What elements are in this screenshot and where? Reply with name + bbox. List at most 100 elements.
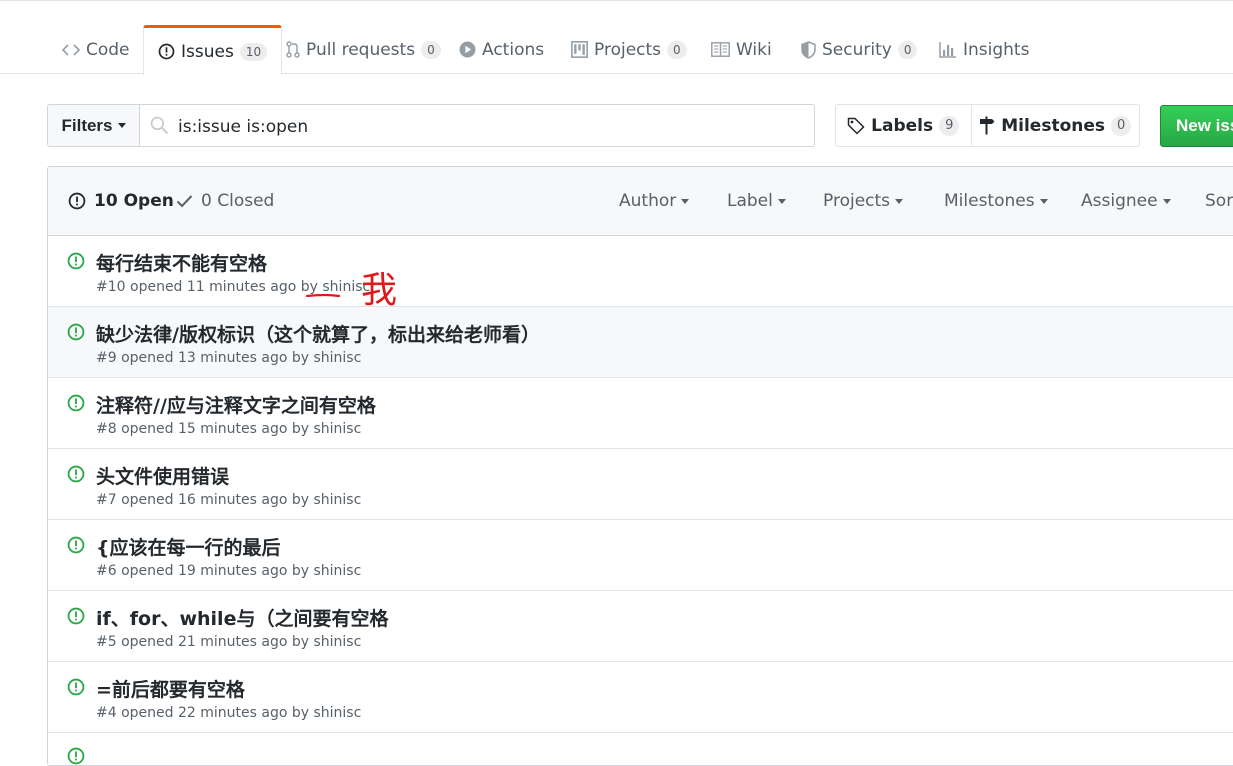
issue-opened-icon <box>67 747 85 765</box>
menu-label: Assignee <box>1081 191 1158 211</box>
issue-meta: #6 opened 19 minutes ago by shinisc <box>96 563 361 579</box>
code-icon <box>62 43 80 57</box>
issue-search-input[interactable] <box>176 105 800 148</box>
issue-opened-text: opened 21 minutes ago by <box>121 634 310 650</box>
issue-author-link[interactable]: shinisc <box>313 705 361 721</box>
issue-number: #7 <box>96 492 117 508</box>
open-count-label: 10 Open <box>94 191 174 211</box>
handwritten-annotation: 我 <box>305 270 397 311</box>
issue-row[interactable]: 注释符//应与注释文字之间有空格 #8 opened 15 minutes ag… <box>48 378 1233 449</box>
issue-row[interactable]: {应该在每一行的最后 #6 opened 19 minutes ago by s… <box>48 520 1233 591</box>
issue-meta: #4 opened 22 minutes ago by shinisc <box>96 705 361 721</box>
new-issue-button[interactable]: New issue <box>1160 105 1233 147</box>
issue-number: #6 <box>96 563 117 579</box>
tab-pull-requests[interactable]: Pull requests 0 <box>286 25 441 74</box>
tab-label: Actions <box>482 39 545 60</box>
issue-opened-icon <box>67 465 85 487</box>
filters-dropdown[interactable]: Filters <box>47 104 140 147</box>
label-filter-dropdown[interactable]: Label <box>727 191 786 211</box>
tab-wiki[interactable]: Wiki <box>711 25 772 74</box>
issue-title-link[interactable]: 头文件使用错误 <box>96 462 229 489</box>
filters-label: Filters <box>61 115 113 135</box>
issue-number: #9 <box>96 350 117 366</box>
issue-opened-icon <box>67 323 85 345</box>
closed-issues-filter[interactable]: 0 Closed <box>176 191 274 211</box>
issue-row[interactable]: 缺少法律/版权标识（这个就算了，标出来给老师看） #9 opened 13 mi… <box>48 307 1233 378</box>
issue-number: #5 <box>96 634 117 650</box>
issue-opened-text: opened 11 minutes ago by <box>130 279 318 295</box>
caret-down-icon <box>777 198 786 204</box>
tab-label: Security <box>822 39 892 60</box>
milestones-count-badge: 0 <box>1111 115 1132 136</box>
labels-count-badge: 9 <box>939 115 960 136</box>
tab-actions[interactable]: Actions <box>459 25 544 74</box>
tab-code[interactable]: Code <box>62 25 130 74</box>
issue-title-link[interactable]: {应该在每一行的最后 <box>96 533 281 560</box>
tab-label: Wiki <box>736 39 772 60</box>
issue-meta: #8 opened 15 minutes ago by shinisc <box>96 421 361 437</box>
labels-label: Labels <box>871 115 934 136</box>
issue-row[interactable]: if、for、while与（之间要有空格 #5 opened 21 minute… <box>48 591 1233 662</box>
menu-label: Author <box>619 191 677 211</box>
projects-count-badge: 0 <box>667 40 687 59</box>
issue-author-link[interactable]: shinisc <box>313 350 361 366</box>
tab-security[interactable]: Security 0 <box>801 25 918 74</box>
issue-title-link[interactable]: 注释符//应与注释文字之间有空格 <box>96 391 376 418</box>
issue-opened-icon <box>67 394 85 416</box>
assignee-filter-dropdown[interactable]: Assignee <box>1081 191 1171 211</box>
issue-title-link[interactable]: =前后都要有空格 <box>96 675 245 702</box>
issue-row[interactable]: 每行结束不能有空格 #10 opened 11 minutes ago by s… <box>48 236 1233 307</box>
caret-down-icon <box>1162 198 1171 204</box>
issue-number: #8 <box>96 421 117 437</box>
menu-label: Milestones <box>944 191 1035 211</box>
labels-milestones-group: Labels 9 Milestones 0 <box>835 104 1140 147</box>
issue-author-link[interactable]: shinisc <box>313 421 361 437</box>
project-icon <box>571 41 588 58</box>
labels-button[interactable]: Labels 9 <box>836 105 972 146</box>
open-issues-filter[interactable]: 10 Open <box>68 191 174 211</box>
projects-filter-dropdown[interactable]: Projects <box>823 191 904 211</box>
issue-meta: #5 opened 21 minutes ago by shinisc <box>96 634 361 650</box>
issue-opened-icon <box>68 192 86 210</box>
sort-dropdown[interactable]: Sort <box>1205 191 1233 211</box>
milestones-button[interactable]: Milestones 0 <box>972 105 1139 146</box>
milestones-filter-dropdown[interactable]: Milestones <box>944 191 1048 211</box>
tab-issues[interactable]: Issues 10 <box>143 25 283 75</box>
search-icon <box>150 116 169 139</box>
tab-projects[interactable]: Projects 0 <box>571 25 687 74</box>
annotation-text: 我 <box>361 270 397 311</box>
tab-label: Issues <box>181 41 234 62</box>
author-filter-dropdown[interactable]: Author <box>619 191 690 211</box>
tab-insights[interactable]: Insights <box>939 25 1029 74</box>
caret-down-icon <box>117 123 126 128</box>
menu-label: Sort <box>1205 191 1233 211</box>
caret-down-icon <box>895 198 904 204</box>
check-icon <box>176 194 193 208</box>
repo-nav: Code Issues 10 Pull requests 0 Actions P… <box>0 25 1233 75</box>
issue-title-link[interactable]: 缺少法律/版权标识（这个就算了，标出来给老师看） <box>96 320 540 347</box>
caret-down-icon <box>1039 198 1048 204</box>
issue-title-link[interactable]: if、for、while与（之间要有空格 <box>96 604 388 631</box>
issue-title-link[interactable]: 每行结束不能有空格 <box>96 249 267 276</box>
issue-opened-icon <box>67 678 85 700</box>
issues-list-header: 10 Open 0 Closed Author Label Projects M… <box>48 167 1233 236</box>
issue-meta: #7 opened 16 minutes ago by shinisc <box>96 492 361 508</box>
issues-list-box: 10 Open 0 Closed Author Label Projects M… <box>47 166 1233 766</box>
issue-opened-icon <box>67 607 85 629</box>
issue-author-link[interactable]: shinisc <box>313 492 361 508</box>
tab-label: Insights <box>963 39 1030 60</box>
issue-opened-text: opened 15 minutes ago by <box>121 421 310 437</box>
issue-row-partial[interactable] <box>48 733 1233 765</box>
issue-author-link[interactable]: shinisc <box>313 563 361 579</box>
issue-number: #10 <box>96 279 126 295</box>
issue-row[interactable]: =前后都要有空格 #4 opened 22 minutes ago by shi… <box>48 662 1233 733</box>
issue-meta: #9 opened 13 minutes ago by shinisc <box>96 350 361 366</box>
issue-opened-text: opened 22 minutes ago by <box>121 705 310 721</box>
issue-row[interactable]: 头文件使用错误 #7 opened 16 minutes ago by shin… <box>48 449 1233 520</box>
graph-icon <box>939 41 957 58</box>
issue-opened-icon <box>158 43 175 60</box>
issue-opened-text: opened 19 minutes ago by <box>121 563 310 579</box>
issue-opened-text: opened 16 minutes ago by <box>121 492 310 508</box>
issue-author-link[interactable]: shinisc <box>313 634 361 650</box>
issue-opened-icon <box>67 252 85 274</box>
